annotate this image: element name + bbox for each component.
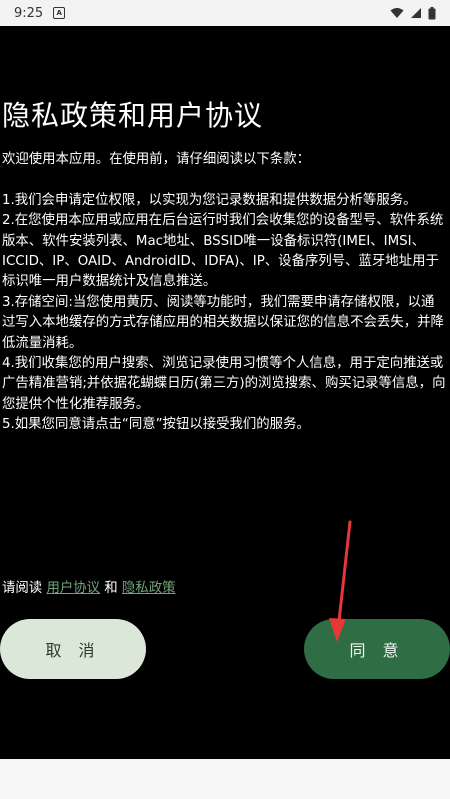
cancel-button[interactable]: 取 消 — [0, 619, 146, 679]
wifi-icon — [390, 8, 404, 18]
signal-icon — [411, 8, 421, 18]
agreement-and-text: 和 — [104, 581, 118, 596]
user-agreement-link[interactable]: 用户协议 — [46, 581, 100, 596]
status-time: 9:25 — [14, 5, 44, 21]
agreement-prefix: 请阅读 — [2, 581, 43, 596]
agree-button[interactable]: 同 意 — [304, 619, 450, 679]
navigation-bar — [0, 759, 450, 799]
battery-icon — [428, 6, 436, 19]
status-bar-right — [390, 6, 436, 20]
notification-a-icon: A — [53, 7, 66, 19]
dialog-body-text: 欢迎使用本应用。在使用前，请仔细阅读以下条款： 1.我们会申请定位权限，以实现为… — [2, 152, 446, 433]
privacy-dialog: 隐私政策和用户协议 欢迎使用本应用。在使用前，请仔细阅读以下条款： 1.我们会申… — [0, 26, 450, 759]
agreement-links-line: 请阅读 用户协议 和 隐私政策 — [2, 576, 175, 596]
dialog-title: 隐私政策和用户协议 — [2, 99, 264, 132]
status-bar-left: 9:25 A — [14, 5, 66, 21]
status-bar: 9:25 A — [0, 0, 450, 26]
privacy-policy-link[interactable]: 隐私政策 — [122, 581, 176, 596]
